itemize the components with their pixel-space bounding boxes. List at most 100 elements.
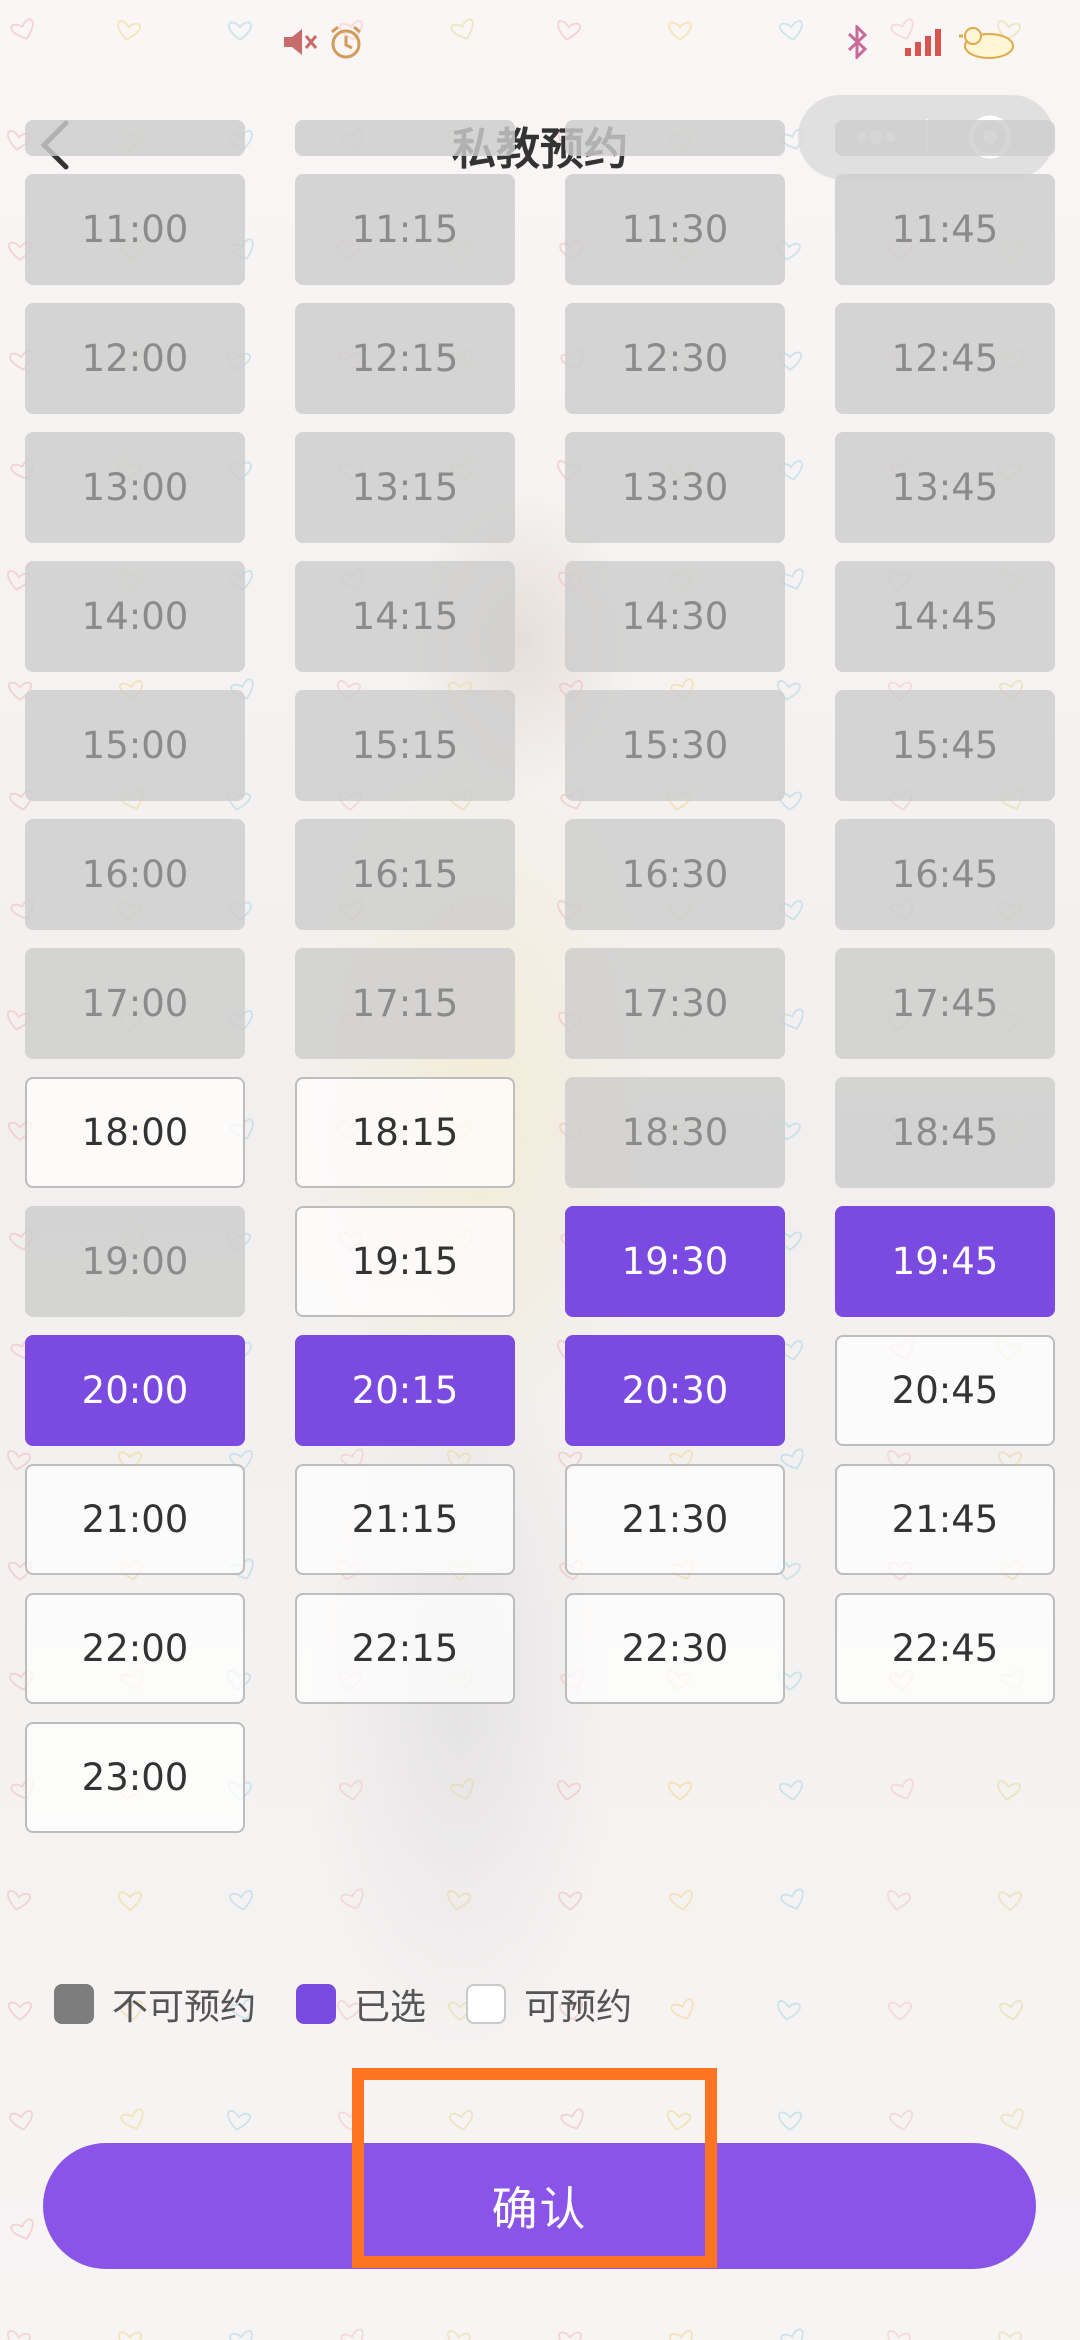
- time-slot-selected[interactable]: 19:30: [565, 1206, 785, 1317]
- time-slot-unavailable: 12:00: [25, 303, 245, 414]
- heart-decoration: [449, 2110, 473, 2131]
- legend-swatch-selected: [296, 1984, 337, 2024]
- heart-decoration: [7, 2330, 31, 2340]
- heart-decoration: [669, 2330, 693, 2340]
- time-slot-selected[interactable]: 20:00: [25, 1335, 245, 1446]
- heart-decoration: [889, 2110, 913, 2131]
- time-slot-available[interactable]: 18:00: [25, 1077, 245, 1188]
- time-slot-unavailable: 12:45: [835, 303, 1055, 414]
- time-slot-unavailable: 15:15: [295, 690, 515, 801]
- status-bar: [0, 0, 1080, 90]
- time-slot-unavailable: 11:45: [835, 174, 1055, 285]
- time-slot-available[interactable]: 21:30: [565, 1464, 785, 1575]
- heart-decoration: [118, 1891, 142, 1911]
- legend-swatch-unavailable: [54, 1984, 94, 2024]
- time-slot-unavailable: 19:00: [25, 1206, 245, 1317]
- time-slot-unavailable: 17:00: [25, 948, 245, 1059]
- time-slot-unavailable: 12:15: [295, 303, 515, 414]
- time-slot-unavailable: 13:30: [565, 432, 785, 543]
- time-slot-unavailable: 13:45: [835, 432, 1055, 543]
- time-slot-unavailable: 14:30: [565, 561, 785, 672]
- time-slot-available[interactable]: 23:00: [25, 1722, 245, 1833]
- time-slot-unavailable: 16:15: [295, 819, 515, 930]
- heart-decoration: [887, 1890, 911, 1911]
- time-slot-available[interactable]: 21:15: [295, 1464, 515, 1575]
- legend-label-available: 可预约: [524, 1987, 633, 2028]
- heart-decoration: [340, 1888, 364, 1910]
- heart-decoration: [8, 2001, 32, 2021]
- legend-unavailable: 不可预约: [54, 1978, 256, 2030]
- time-slot-available[interactable]: 18:15: [295, 1077, 515, 1188]
- time-slot-unavailable: 17:30: [565, 948, 785, 1059]
- heart-decoration: [888, 2001, 912, 2021]
- heart-decoration: [558, 2331, 582, 2340]
- heart-decoration: [777, 2000, 801, 2021]
- time-slot-available[interactable]: 22:30: [565, 1593, 785, 1704]
- time-slot-available[interactable]: 22:00: [25, 1593, 245, 1704]
- time-slot-unavailable: 13:00: [25, 432, 245, 543]
- time-slot-unavailable: 15:30: [565, 690, 785, 801]
- legend: 不可预约 已选 可预约: [54, 1980, 672, 2028]
- time-slot-unavailable: [25, 120, 245, 156]
- heart-decoration: [229, 1890, 253, 1911]
- heart-decoration: [778, 2111, 802, 2131]
- time-slot-unavailable: 13:15: [295, 432, 515, 543]
- time-slot-available[interactable]: 22:45: [835, 1593, 1055, 1704]
- heart-decoration: [667, 2110, 691, 2131]
- alarm-icon: [326, 22, 366, 62]
- heart-decoration: [120, 2108, 144, 2130]
- time-slot-available[interactable]: 21:45: [835, 1464, 1055, 1575]
- heart-decoration: [670, 1998, 694, 2020]
- time-slot-unavailable: 15:45: [835, 690, 1055, 801]
- legend-available: 可预约: [466, 1978, 632, 2030]
- time-slot-available[interactable]: 22:15: [295, 1593, 515, 1704]
- legend-selected: 已选: [296, 1978, 426, 2030]
- heart-decoration: [9, 2110, 33, 2131]
- time-slot-unavailable: 15:00: [25, 690, 245, 801]
- legend-label-selected: 已选: [354, 1987, 427, 2028]
- time-slot-unavailable: 16:45: [835, 819, 1055, 930]
- time-slot-unavailable: [295, 120, 515, 156]
- time-slot-unavailable: 11:00: [25, 174, 245, 285]
- time-slot-unavailable: 14:00: [25, 561, 245, 672]
- legend-label-unavailable: 不可预约: [112, 1987, 257, 2028]
- heart-decoration: [338, 2111, 362, 2131]
- mute-icon: [280, 22, 320, 62]
- battery-icon: [958, 22, 1018, 62]
- time-slot-unavailable: [835, 120, 1055, 156]
- time-slot-available[interactable]: 19:15: [295, 1206, 515, 1317]
- time-slot-selected[interactable]: 20:15: [295, 1335, 515, 1446]
- time-slot-selected[interactable]: 20:30: [565, 1335, 785, 1446]
- time-slot-available[interactable]: 21:00: [25, 1464, 245, 1575]
- time-slot-unavailable: 18:45: [835, 1077, 1055, 1188]
- heart-decoration: [999, 2000, 1023, 2021]
- heart-decoration: [669, 1890, 693, 1911]
- heart-decoration: [447, 1890, 471, 1911]
- heart-decoration: [887, 2330, 911, 2340]
- heart-decoration: [998, 2331, 1022, 2340]
- time-slot-unavailable: 18:30: [565, 1077, 785, 1188]
- time-slot-unavailable: 14:15: [295, 561, 515, 672]
- heart-decoration: [780, 2328, 804, 2340]
- bluetooth-icon: [842, 22, 872, 62]
- heart-decoration: [560, 2108, 584, 2130]
- time-slot-unavailable: 17:15: [295, 948, 515, 1059]
- confirm-button[interactable]: 确认: [43, 2143, 1036, 2269]
- time-slot-unavailable: [565, 120, 785, 156]
- heart-decoration: [118, 2331, 142, 2340]
- time-slot-selected[interactable]: 19:45: [835, 1206, 1055, 1317]
- heart-decoration: [780, 1888, 804, 1910]
- time-slot-available[interactable]: 20:45: [835, 1335, 1055, 1446]
- signal-icon: [902, 22, 950, 62]
- time-slot-unavailable: 16:00: [25, 819, 245, 930]
- time-slot-unavailable: 11:15: [295, 174, 515, 285]
- time-slot-unavailable: 17:45: [835, 948, 1055, 1059]
- time-slot-unavailable: 14:45: [835, 561, 1055, 672]
- heart-decoration: [998, 1891, 1022, 1911]
- heart-decoration: [558, 1891, 582, 1911]
- time-slot-grid: 11:00 11:15 11:30 11:45 12:00 12:15 12:30 12:45…: [25, 120, 1055, 1833]
- heart-decoration: [447, 2330, 471, 2340]
- time-slot-unavailable: 11:30: [565, 174, 785, 285]
- heart-decoration: [340, 2328, 364, 2340]
- heart-decoration: [1000, 2108, 1024, 2130]
